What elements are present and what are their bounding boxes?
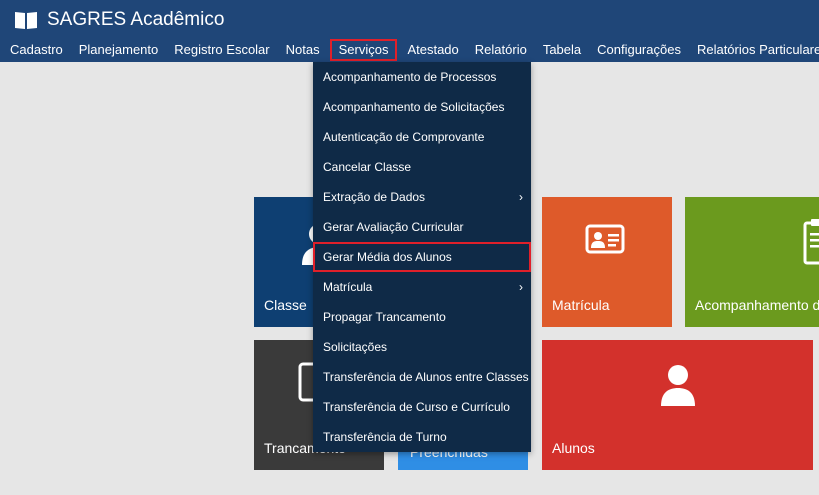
tile-label: Classe bbox=[264, 297, 307, 313]
menu-item-gerar-avaliacao-curricular[interactable]: Gerar Avaliação Curricular bbox=[313, 212, 531, 242]
menu-item-label: Matrícula bbox=[323, 280, 373, 294]
menu-item-label: Cancelar Classe bbox=[323, 160, 412, 174]
menu-item-transferencia-alunos-classes[interactable]: Transferência de Alunos entre Classes bbox=[313, 362, 531, 392]
main-nav: Cadastro Planejamento Registro Escolar N… bbox=[0, 38, 819, 62]
tile-label: Acompanhamento d bbox=[695, 297, 819, 313]
nav-item-registro-escolar[interactable]: Registro Escolar bbox=[166, 39, 277, 61]
menu-item-label: Gerar Média dos Alunos bbox=[323, 250, 452, 264]
tile-label: Matrícula bbox=[552, 297, 610, 313]
chevron-right-icon: › bbox=[519, 280, 523, 294]
menu-item-label: Acompanhamento de Solicitações bbox=[323, 100, 505, 114]
menu-item-label: Gerar Avaliação Curricular bbox=[323, 220, 464, 234]
nav-item-cadastro[interactable]: Cadastro bbox=[2, 39, 71, 61]
menu-item-extracao-dados[interactable]: Extração de Dados › bbox=[313, 182, 531, 212]
id-card-icon bbox=[585, 223, 625, 260]
brand[interactable]: SAGRES Acadêmico bbox=[14, 8, 224, 32]
menu-item-label: Extração de Dados bbox=[323, 190, 426, 204]
user-icon bbox=[653, 360, 703, 415]
menu-item-acompanhamento-processos[interactable]: Acompanhamento de Processos bbox=[313, 62, 531, 92]
menu-item-label: Acompanhamento de Processos bbox=[323, 70, 497, 84]
chevron-right-icon: › bbox=[519, 190, 523, 204]
nav-item-servicos[interactable]: Serviços bbox=[329, 39, 398, 61]
menu-item-gerar-media-alunos[interactable]: Gerar Média dos Alunos bbox=[313, 242, 531, 272]
nav-item-tabela[interactable]: Tabela bbox=[535, 39, 589, 61]
servicos-dropdown-menu: Acompanhamento de Processos Acompanhamen… bbox=[313, 62, 531, 452]
book-icon bbox=[14, 10, 38, 30]
tile-label: Alunos bbox=[552, 440, 595, 456]
tile-matricula[interactable]: Matrícula bbox=[542, 197, 672, 327]
menu-item-transferencia-turno[interactable]: Transferência de Turno bbox=[313, 422, 531, 452]
menu-item-acompanhamento-solicitacoes[interactable]: Acompanhamento de Solicitações bbox=[313, 92, 531, 122]
nav-item-relatorio[interactable]: Relatório bbox=[467, 39, 535, 61]
clipboard-icon bbox=[803, 217, 819, 272]
menu-item-label: Transferência de Curso e Currículo bbox=[323, 400, 510, 414]
app-title: SAGRES Acadêmico bbox=[47, 9, 225, 30]
menu-item-matricula[interactable]: Matrícula › bbox=[313, 272, 531, 302]
menu-item-label: Propagar Trancamento bbox=[323, 310, 446, 324]
menu-item-propagar-trancamento[interactable]: Propagar Trancamento bbox=[313, 302, 531, 332]
menu-item-cancelar-classe[interactable]: Cancelar Classe bbox=[313, 152, 531, 182]
menu-item-solicitacoes[interactable]: Solicitações bbox=[313, 332, 531, 362]
nav-item-planejamento[interactable]: Planejamento bbox=[71, 39, 167, 61]
nav-item-notas[interactable]: Notas bbox=[278, 39, 328, 61]
nav-item-atestado[interactable]: Atestado bbox=[399, 39, 466, 61]
menu-item-label: Autenticação de Comprovante bbox=[323, 130, 485, 144]
top-bar: SAGRES Acadêmico Cadastro Planejamento R… bbox=[0, 0, 819, 62]
menu-item-label: Transferência de Alunos entre Classes bbox=[323, 370, 529, 384]
tile-alunos[interactable]: Alunos bbox=[542, 340, 813, 470]
nav-item-configuracoes[interactable]: Configurações bbox=[589, 39, 689, 61]
menu-item-transferencia-curso-curriculo[interactable]: Transferência de Curso e Currículo bbox=[313, 392, 531, 422]
menu-item-autenticacao-comprovante[interactable]: Autenticação de Comprovante bbox=[313, 122, 531, 152]
menu-item-label: Transferência de Turno bbox=[323, 430, 447, 444]
nav-item-relatorios-particulares[interactable]: Relatórios Particulares bbox=[689, 39, 819, 61]
menu-item-label: Solicitações bbox=[323, 340, 388, 354]
tile-acompanhamento[interactable]: Acompanhamento d bbox=[685, 197, 819, 327]
